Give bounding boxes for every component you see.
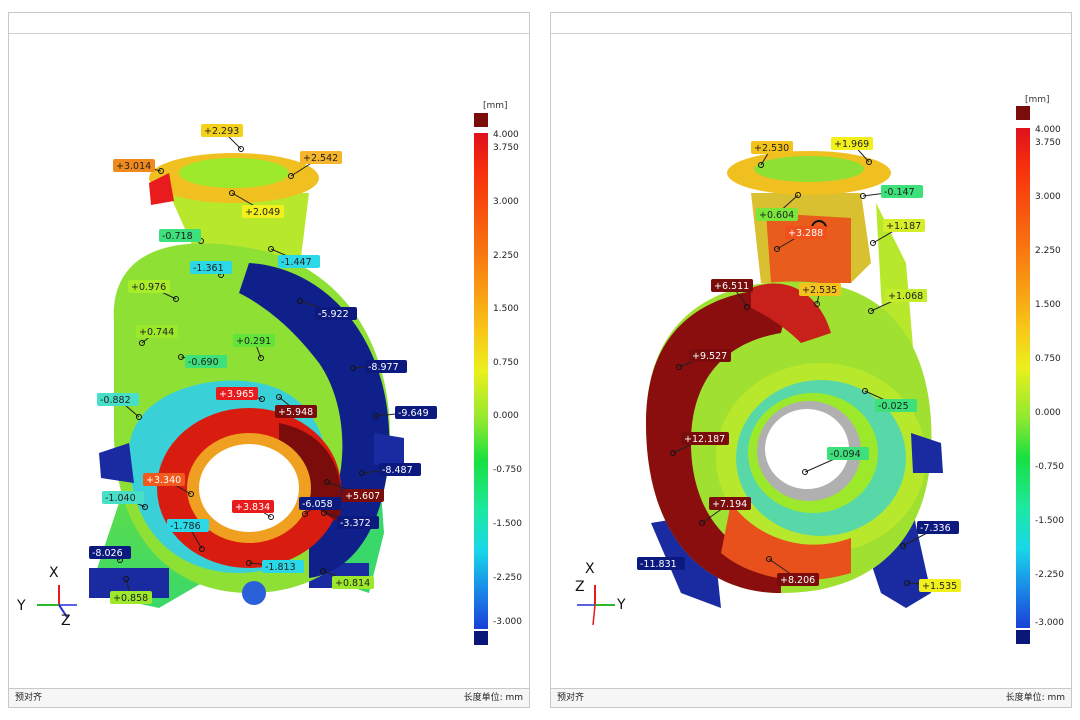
deviation-label-text[interactable]: +0.814 [335,578,370,589]
deviation-label-text[interactable]: +5.607 [345,491,380,502]
right-tick: 3.000 [1035,192,1061,202]
left-scale-over-swatch [474,113,488,127]
deviation-label-text[interactable]: -0.025 [878,401,909,412]
deviation-label-text[interactable]: +2.049 [245,207,280,218]
deviation-label-text[interactable]: -8.026 [92,548,123,559]
deviation-label-text[interactable]: -0.882 [100,395,131,406]
deviation-label-text[interactable]: +3.834 [235,502,270,513]
right-axis-up-label: X [585,561,595,577]
right-tick: 0.750 [1035,354,1061,364]
deviation-label-text[interactable]: +5.948 [278,407,313,418]
right-tick: 3.750 [1035,138,1061,148]
deviation-label-text[interactable]: +8.206 [780,575,815,586]
left-tick: 0.000 [493,411,519,421]
deviation-label-text[interactable]: -9.649 [398,408,429,419]
left-axis-right-label: Z [61,613,71,629]
deviation-label-text[interactable]: +3.014 [116,161,151,172]
right-length-unit: 长度单位: mm [1005,693,1065,703]
left-tick: -0.750 [493,465,523,475]
left-tick: 3.000 [493,197,519,207]
deviation-label-text[interactable]: -6.058 [302,499,333,510]
right-prealign-status: 预对齐 [557,693,585,703]
deviation-label-text[interactable]: -0.718 [162,231,193,242]
deviation-label-text[interactable]: -11.831 [640,559,677,570]
deviation-label-text[interactable]: -1.040 [105,493,136,504]
deviation-label-text[interactable]: +7.194 [712,499,747,510]
deviation-label-text[interactable]: +1.969 [834,139,869,150]
right-tick: 2.250 [1035,246,1061,256]
deviation-label-text[interactable]: +2.542 [303,153,338,164]
left-axis-left-label: Y [17,598,26,614]
right-toolbar [551,13,1071,34]
left-pump-model [89,153,404,608]
deviation-label-text[interactable]: +0.858 [113,593,148,604]
right-scale-unit: [mm] [1025,95,1050,105]
right-color-bar [1016,128,1030,628]
left-tick: -1.500 [493,519,523,529]
deviation-label-text[interactable]: -1.813 [265,562,296,573]
deviation-label-text[interactable]: +1.535 [922,581,957,592]
deviation-label-text[interactable]: +2.535 [802,285,837,296]
deviation-label-text[interactable]: -8.487 [382,465,413,476]
deviation-label-text[interactable]: -0.690 [188,357,219,368]
left-axis-up-label: X [49,565,59,581]
right-tick: -2.250 [1035,570,1065,580]
deviation-label-text[interactable]: -0.147 [884,187,915,198]
deviation-label-text[interactable]: +3.340 [146,475,181,486]
right-scale-over-swatch [1016,106,1030,120]
left-tick: 1.500 [493,304,519,314]
left-scale-unit: [mm] [483,101,508,111]
right-tick: -1.500 [1035,516,1065,526]
right-tick: 4.000 [1035,125,1061,135]
right-view-panel: +2.530 +1.969 -0.147 +0.604 +3.288 +1.187 +6.5… [550,12,1072,708]
deviation-label-text[interactable]: +0.744 [139,327,174,338]
deviation-label-text[interactable]: +1.187 [886,221,921,232]
right-scale-under-swatch [1016,630,1030,644]
deviation-label-text[interactable]: +9.527 [692,351,727,362]
left-tick: 3.750 [493,143,519,153]
deviation-label-text[interactable]: +2.293 [204,126,239,137]
left-tick: 4.000 [493,130,519,140]
deviation-label-text[interactable]: -1.447 [281,257,312,268]
deviation-label-text[interactable]: +6.511 [714,281,749,292]
left-status-bar: 预对齐 长度单位: mm [9,688,529,707]
deviation-label-text[interactable]: -3.372 [340,518,371,529]
deviation-label-text[interactable]: +12.187 [684,434,725,445]
right-axis-left-label: Z [575,579,585,595]
left-color-bar [474,133,488,629]
right-tick: 0.000 [1035,408,1061,418]
right-tick: 1.500 [1035,300,1061,310]
left-toolbar [9,13,529,34]
left-prealign-status: 预对齐 [15,693,43,703]
deviation-label-text[interactable]: -0.094 [830,449,861,460]
deviation-label-text[interactable]: +0.291 [236,336,271,347]
deviation-label-text[interactable]: +0.604 [759,210,794,221]
deviation-label-text[interactable]: +1.068 [888,291,923,302]
deviation-label-text[interactable]: -1.361 [193,263,224,274]
left-view-panel: +2.293 +3.014 +2.542 +2.049 -0.718 -1.361 -1.4… [8,12,530,708]
left-tick: 0.750 [493,358,519,368]
deviation-label-text[interactable]: -1.786 [170,521,201,532]
left-length-unit: 长度单位: mm [463,693,523,703]
right-axis-right-label: Y [617,597,626,613]
left-tick: 2.250 [493,251,519,261]
right-tick: -0.750 [1035,462,1065,472]
deviation-label-text[interactable]: +3.288 [788,228,823,239]
deviation-label-text[interactable]: +2.530 [754,143,789,154]
left-tick: -2.250 [493,573,523,583]
right-tick: -3.000 [1035,618,1065,628]
deviation-label-text[interactable]: +0.976 [131,282,166,293]
deviation-label-text[interactable]: +3.965 [219,389,254,400]
left-tick: -3.000 [493,617,523,627]
deviation-label-text[interactable]: -5.922 [318,309,349,320]
right-status-bar: 预对齐 长度单位: mm [551,688,1071,707]
left-scale-under-swatch [474,631,488,645]
deviation-label-text[interactable]: -7.336 [920,523,951,534]
deviation-label-text[interactable]: -8.977 [368,362,399,373]
